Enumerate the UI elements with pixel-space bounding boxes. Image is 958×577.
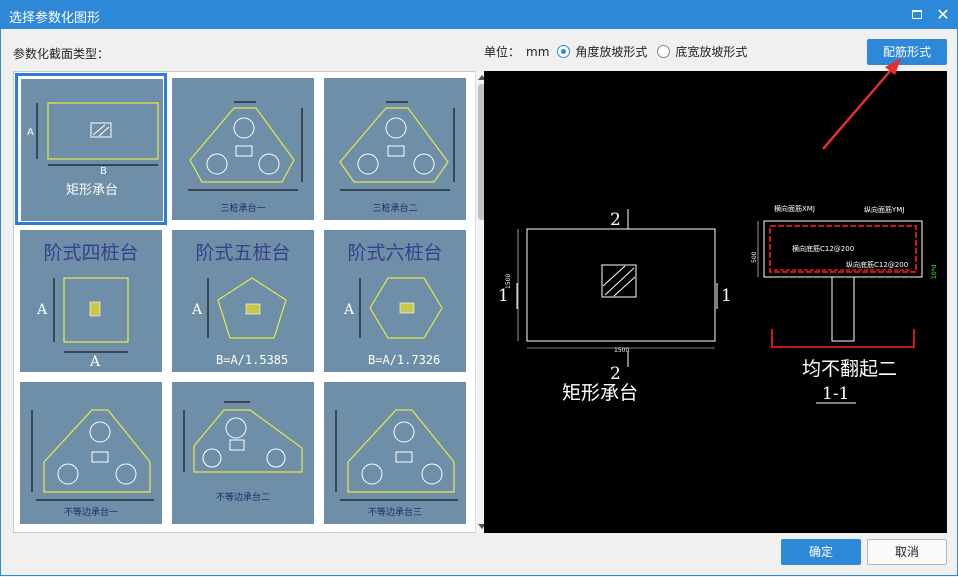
unit-row: 单位： mm 角度放坡形式 底宽放坡形式	[484, 43, 753, 60]
thumbnail: A B 矩形承台	[21, 79, 163, 221]
rebar-top-transverse-label: 横向面筋XMJ	[774, 204, 815, 213]
plan-dim-horizontal: 1500	[614, 347, 629, 354]
gallery-item-unequal-1[interactable]: 不等边承台一	[15, 377, 167, 529]
shape-gallery: A B 矩形承台 三桩承台一 三桩承台二 阶式四桩台 A A 阶式五桩台 A B…	[13, 71, 487, 533]
dim-b-label: B	[100, 166, 107, 177]
rebar-form-button[interactable]: 配筋形式	[867, 39, 947, 65]
maximize-icon	[912, 10, 922, 19]
item-caption: 三桩承台一	[220, 204, 266, 214]
rebar-top-longitudinal-label: 纵向面筋YMJ	[864, 205, 904, 214]
item-caption: 不等边承台三	[367, 508, 422, 518]
preview-drawing: 2 1500 1500 1 1 2 矩形承台 500 横向面筋XMJ 纵向面筋Y	[498, 204, 938, 404]
window-title: 选择参数化图形	[9, 11, 101, 26]
radio-angle-slope-label[interactable]: 角度放坡形式	[575, 43, 647, 60]
dim-a-label: A	[343, 302, 355, 318]
item-caption: 矩形承台	[65, 183, 118, 198]
plan-caption: 矩形承台	[562, 382, 638, 404]
section-height-label: 500	[751, 251, 758, 263]
gallery-item-unequal-3[interactable]: 不等边承台三	[319, 377, 471, 529]
gallery-item-unequal-2[interactable]: 不等边承台二	[167, 377, 319, 529]
dim-a-label: A	[36, 302, 48, 318]
gallery-item-stepped-five-pile[interactable]: 阶式五桩台 A B=A/1.5385	[167, 225, 319, 377]
radio-base-width-slope[interactable]	[657, 45, 671, 58]
thumbnail: 阶式六桩台 A B=A/1.7326	[324, 230, 466, 372]
thumbnail: 阶式四桩台 A A	[20, 230, 162, 372]
three-pile-1-drawing	[188, 101, 303, 191]
gallery-item-three-pile-1[interactable]: 三桩承台一	[167, 73, 319, 225]
thumbnail: 不等边承台二	[172, 382, 314, 524]
side-mark-left: 1	[498, 286, 509, 306]
radio-angle-slope[interactable]	[557, 45, 571, 58]
section-type-label: 参数化截面类型：	[13, 47, 110, 61]
close-button[interactable]: ✕	[933, 5, 953, 25]
ok-button[interactable]: 确定	[781, 539, 861, 565]
unit-value: mm	[526, 44, 550, 59]
section-name: 1-1	[822, 384, 849, 404]
thumbnail: 阶式五桩台 A B=A/1.5385	[172, 230, 314, 372]
side-mark-right: 1	[721, 286, 732, 306]
maximize-button[interactable]	[907, 5, 927, 25]
gallery-item-stepped-four-pile[interactable]: 阶式四桩台 A A	[15, 225, 167, 377]
dim-b-label: A	[89, 354, 101, 370]
title-bar: 选择参数化图形 ✕	[1, 1, 957, 29]
thumbnail: 不等边承台一	[20, 382, 162, 524]
item-caption: 不等边承台二	[215, 493, 270, 503]
rebar-bottom-longitudinal-label: 纵向底筋C12@200	[846, 260, 908, 269]
preview-canvas: 2 1500 1500 1 1 2 矩形承台 500 横向面筋XMJ 纵向面筋Y	[484, 71, 947, 533]
formula-label: B=A/1.5385	[216, 353, 288, 367]
unequal-1-drawing	[31, 409, 154, 501]
stepped-four-pile-drawing: A A	[36, 277, 129, 370]
radio-base-width-slope-label[interactable]: 底宽放坡形式	[675, 43, 747, 60]
rect-cap-drawing: A B	[27, 102, 159, 177]
close-icon: ✕	[936, 5, 950, 24]
three-pile-2-drawing	[339, 101, 455, 191]
formula-label: B=A/1.7326	[368, 353, 440, 367]
gallery-item-three-pile-2[interactable]: 三桩承台二	[319, 73, 471, 225]
gallery-item-stepped-six-pile[interactable]: 阶式六桩台 A B=A/1.7326	[319, 225, 471, 377]
thumbnail: 三桩承台一	[172, 78, 314, 220]
unit-label: 单位：	[484, 45, 521, 59]
item-caption: 不等边承台一	[63, 508, 118, 518]
cancel-button[interactable]: 取消	[867, 539, 947, 565]
unequal-3-drawing	[335, 409, 458, 501]
section-mark-top: 2	[610, 210, 621, 230]
dialog-window: 选择参数化图形 ✕ 参数化截面类型： 单位： mm 角度放坡形式 底宽放坡形式 …	[0, 0, 958, 576]
dim-a-label: A	[191, 302, 203, 318]
rebar-bottom-transverse-label: 横向底筋C12@200	[792, 244, 854, 253]
cover-label: 10*d	[931, 264, 938, 279]
section-title: 均不翻起二	[802, 358, 897, 380]
item-caption: 三桩承台二	[372, 204, 418, 214]
gallery-item-rect-cap[interactable]: A B 矩形承台	[15, 73, 167, 225]
thumbnail: 不等边承台三	[324, 382, 466, 524]
dim-a-label: A	[27, 127, 34, 138]
stepped-six-pile-drawing: A B=A/1.7326	[343, 277, 443, 367]
stepped-five-pile-drawing: A B=A/1.5385	[191, 277, 288, 367]
thumbnail: 三桩承台二	[324, 78, 466, 220]
section-mark-bottom: 2	[610, 364, 621, 384]
